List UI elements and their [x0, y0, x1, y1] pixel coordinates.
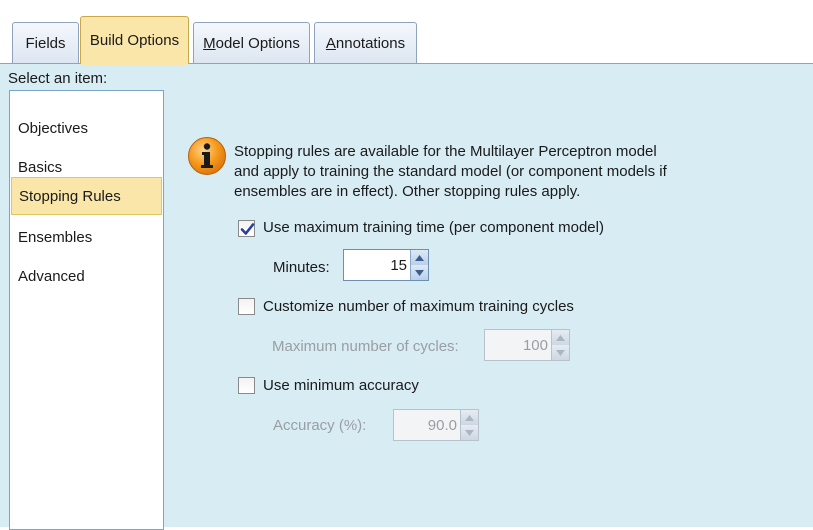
triangle-down-icon	[415, 269, 424, 276]
sidebar-item-label: Ensembles	[18, 228, 93, 246]
spin-up-button[interactable]	[410, 250, 428, 265]
max-cycles-label: Maximum number of cycles:	[272, 338, 459, 355]
select-item-label: Select an item:	[8, 70, 108, 87]
sidebar-item-label: Advanced	[18, 267, 85, 285]
triangle-down-icon	[556, 349, 565, 356]
minutes-spinner[interactable]	[343, 249, 429, 281]
tab-model-options[interactable]: Model Options	[193, 22, 310, 63]
min-accuracy-checkbox[interactable]	[238, 377, 255, 394]
info-icon	[188, 137, 226, 175]
accuracy-label: Accuracy (%):	[273, 417, 367, 434]
accuracy-spin-buttons	[460, 410, 478, 440]
sidebar-item-ensembles[interactable]: Ensembles	[11, 219, 162, 255]
spin-up-button[interactable]	[460, 410, 478, 425]
minutes-input[interactable]	[344, 250, 411, 280]
info-line: and apply to training the standard model…	[234, 163, 667, 180]
max-cycles-spin-buttons	[551, 330, 569, 360]
sidebar-item-objectives[interactable]: Objectives	[11, 110, 162, 146]
tab-build-options-label: Build Options	[89, 32, 180, 49]
tab-fields[interactable]: Fields	[12, 22, 79, 63]
checkmark-icon	[240, 223, 255, 235]
max-training-cycles-checkbox[interactable]	[238, 298, 255, 315]
max-cycles-spinner[interactable]	[484, 329, 570, 361]
triangle-down-icon	[465, 429, 474, 436]
triangle-up-icon	[556, 334, 565, 341]
triangle-up-icon	[465, 414, 474, 421]
item-list: Objectives Basics Stopping Rules Ensembl…	[9, 90, 164, 530]
min-accuracy-label: Use minimum accuracy	[263, 377, 419, 394]
max-training-time-checkbox[interactable]	[238, 220, 255, 237]
minutes-spin-buttons	[410, 250, 428, 280]
spin-up-button[interactable]	[551, 330, 569, 345]
spin-down-button[interactable]	[551, 345, 569, 360]
sidebar-item-stopping-rules[interactable]: Stopping Rules	[11, 177, 162, 215]
triangle-up-icon	[415, 254, 424, 261]
spin-down-button[interactable]	[460, 425, 478, 440]
max-cycles-input[interactable]	[485, 330, 552, 360]
build-options-panel: Select an item: Objectives Basics Stoppi…	[0, 64, 813, 530]
accuracy-input[interactable]	[394, 410, 461, 440]
sidebar-item-label: Objectives	[18, 119, 89, 137]
tab-build-options[interactable]: Build Options	[80, 16, 189, 65]
info-line: ensembles are in effect). Other stopping…	[234, 183, 581, 200]
max-training-cycles-label: Customize number of maximum training cyc…	[263, 298, 574, 315]
accuracy-spinner[interactable]	[393, 409, 479, 441]
minutes-label: Minutes:	[273, 259, 330, 276]
spin-down-button[interactable]	[410, 265, 428, 280]
tab-fields-label: Fields	[25, 34, 66, 52]
info-line: Stopping rules are available for the Mul…	[234, 143, 657, 160]
sidebar-item-label: Basics	[18, 158, 63, 176]
stopping-rules-info-text: Stopping rules are available for the Mul…	[234, 142, 714, 202]
tab-annotations-label: Annotations	[325, 34, 406, 52]
tab-strip: Fields Build Options Model Options Annot…	[0, 0, 813, 65]
max-training-time-label: Use maximum training time (per component…	[263, 219, 604, 236]
tab-model-options-label: Model Options	[203, 34, 300, 52]
sidebar-item-advanced[interactable]: Advanced	[11, 258, 162, 294]
sidebar-item-label: Stopping Rules	[19, 187, 121, 205]
tab-annotations[interactable]: Annotations	[314, 22, 417, 63]
